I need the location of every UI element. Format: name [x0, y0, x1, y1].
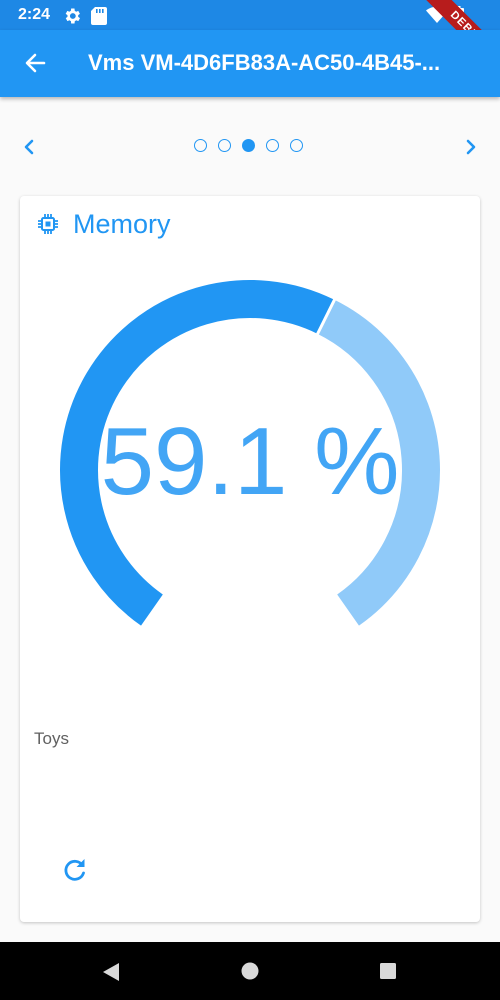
page-dot-2[interactable] — [218, 139, 231, 152]
recents-square-icon[interactable] — [379, 962, 397, 980]
page-dot-3[interactable] — [242, 139, 255, 152]
page-dot-1[interactable] — [194, 139, 207, 152]
page-dot-5[interactable] — [290, 139, 303, 152]
refresh-button[interactable] — [58, 853, 92, 887]
page-indicator — [194, 139, 312, 153]
memory-card: Memory 59.1 % Toys — [20, 196, 480, 922]
app-bar: Vms VM-4D6FB83A-AC50-4B45-... — [0, 30, 500, 97]
page-title: Vms VM-4D6FB83A-AC50-4B45-... — [88, 50, 441, 75]
chevron-left-icon — [24, 139, 34, 155]
sd-card-icon — [91, 7, 107, 25]
gear-icon — [65, 8, 80, 24]
chevron-right-icon — [466, 139, 476, 155]
page-dot-4[interactable] — [266, 139, 279, 152]
previous-page-button[interactable] — [16, 134, 42, 160]
system-navigation-bar — [0, 942, 500, 1000]
refresh-icon — [64, 859, 85, 881]
status-bar: 2:24 DEBUG — [0, 0, 500, 78]
next-page-button[interactable] — [458, 134, 484, 160]
home-circle-icon[interactable] — [240, 961, 260, 981]
arrow-back-icon — [25, 53, 46, 73]
memory-usage-value: 59.1 % — [100, 408, 400, 515]
back-button[interactable] — [14, 41, 58, 85]
status-time: 2:24 — [18, 6, 51, 23]
card-subtitle: Toys — [34, 729, 69, 748]
back-triangle-icon[interactable] — [100, 961, 122, 983]
